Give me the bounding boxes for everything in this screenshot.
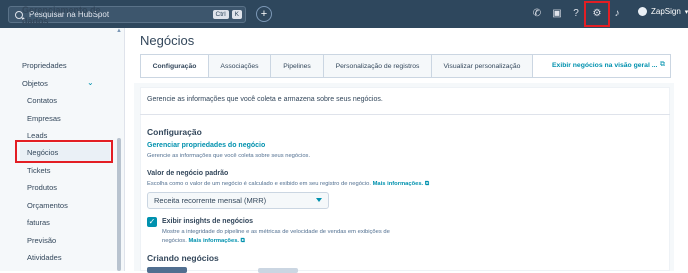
sidebar-title: Gerenciamento de dados [22, 5, 101, 26]
default-value-description-text: Escolha como o valor de um negócio é cal… [147, 181, 371, 187]
insights-description-line1: Mostre a integridade do pipeline e as mé… [162, 229, 390, 235]
more-info-link[interactable]: Mais informações. [373, 181, 424, 187]
divider [140, 114, 670, 115]
phone-icon[interactable]: ✆ [530, 7, 544, 21]
negocios-highlight-box [15, 140, 113, 163]
marketplace-icon[interactable]: ▣ [550, 7, 564, 21]
default-deal-value-label: Valor de negócio padrão [147, 170, 229, 177]
tab-pipelines[interactable]: Pipelines [271, 55, 324, 77]
show-deal-insights-label: Exibir insights de negócios [162, 218, 254, 225]
deal-value-select-value: Receita recorrente mensal (MRR) [154, 196, 267, 205]
deal-value-select[interactable]: Receita recorrente mensal (MRR) [147, 192, 329, 209]
shortcut-key-k: K [231, 10, 242, 19]
section-heading-criando-negocios: Criando negócios [147, 253, 219, 263]
insights-description-line2: negócios. Mais informações. ⧉ [162, 238, 245, 245]
sidebar-item-contatos[interactable]: Contatos [27, 96, 57, 105]
sidebar-item-leads[interactable]: Leads [27, 131, 47, 140]
insights-description-line2-text: negócios. [162, 238, 187, 244]
scroll-up-arrow-icon[interactable]: ▲ [116, 28, 122, 34]
sidebar-item-propriedades[interactable]: Propriedades [22, 61, 67, 70]
section-heading-configuracao: Configuração [147, 127, 202, 137]
default-value-description: Escolha como o valor de um negócio é cal… [147, 181, 429, 188]
show-deal-insights-checkbox[interactable]: ✓ [147, 217, 157, 227]
sidebar-item-orcamentos[interactable]: Orçamentos [27, 201, 68, 210]
tab-configuracao[interactable]: Configuração [141, 55, 209, 77]
sidebar-scrollbar[interactable] [117, 138, 121, 271]
tab-personalizacao-registros[interactable]: Personalização de registros [324, 55, 432, 77]
shortcut-key-ctrl: Ctrl [212, 10, 229, 19]
tab-associacoes[interactable]: Associações [209, 55, 271, 77]
manage-deal-properties-link[interactable]: Gerenciar propriedades do negócio [147, 142, 265, 149]
avatar [638, 7, 647, 16]
sidebar-item-atividades[interactable]: Atividades [27, 253, 62, 262]
notifications-icon[interactable]: ♪ [610, 7, 624, 21]
external-link-icon[interactable]: ⧉ [425, 181, 429, 187]
settings-highlight-box [584, 1, 610, 27]
sidebar-item-faturas[interactable]: faturas [27, 218, 50, 227]
manage-properties-description: Gerencie as informações que você coleta … [147, 153, 311, 159]
sidebar-item-empresas[interactable]: Empresas [27, 114, 61, 123]
toggle-control[interactable] [147, 267, 187, 273]
page-description: Gerencie as informações que você coleta … [147, 96, 383, 103]
more-info-link[interactable]: Mais informações. [188, 238, 239, 244]
external-link-icon[interactable]: ⧉ [660, 61, 665, 69]
sidebar-item-objetos[interactable]: Objetos [22, 79, 48, 88]
create-new-button[interactable]: + [256, 6, 272, 22]
caret-down-icon [316, 198, 322, 202]
sidebar-item-previsao[interactable]: Previsão [27, 236, 56, 245]
tab-visualizar-personalizacao[interactable]: Visualizar personalização [432, 55, 533, 77]
sidebar-item-produtos[interactable]: Produtos [27, 183, 57, 192]
page-title: Negócios [140, 33, 195, 48]
sidebar-item-tickets[interactable]: Tickets [27, 166, 50, 175]
account-name: ZapSign [651, 7, 681, 16]
chevron-down-icon[interactable]: ⌄ [87, 78, 94, 87]
external-link-icon[interactable]: ⧉ [241, 238, 245, 244]
help-icon[interactable]: ? [569, 7, 583, 21]
account-menu[interactable]: ZapSign ▾ [638, 7, 688, 16]
view-deals-overview-link[interactable]: Exibir negócios na visão geral ... [552, 62, 657, 69]
